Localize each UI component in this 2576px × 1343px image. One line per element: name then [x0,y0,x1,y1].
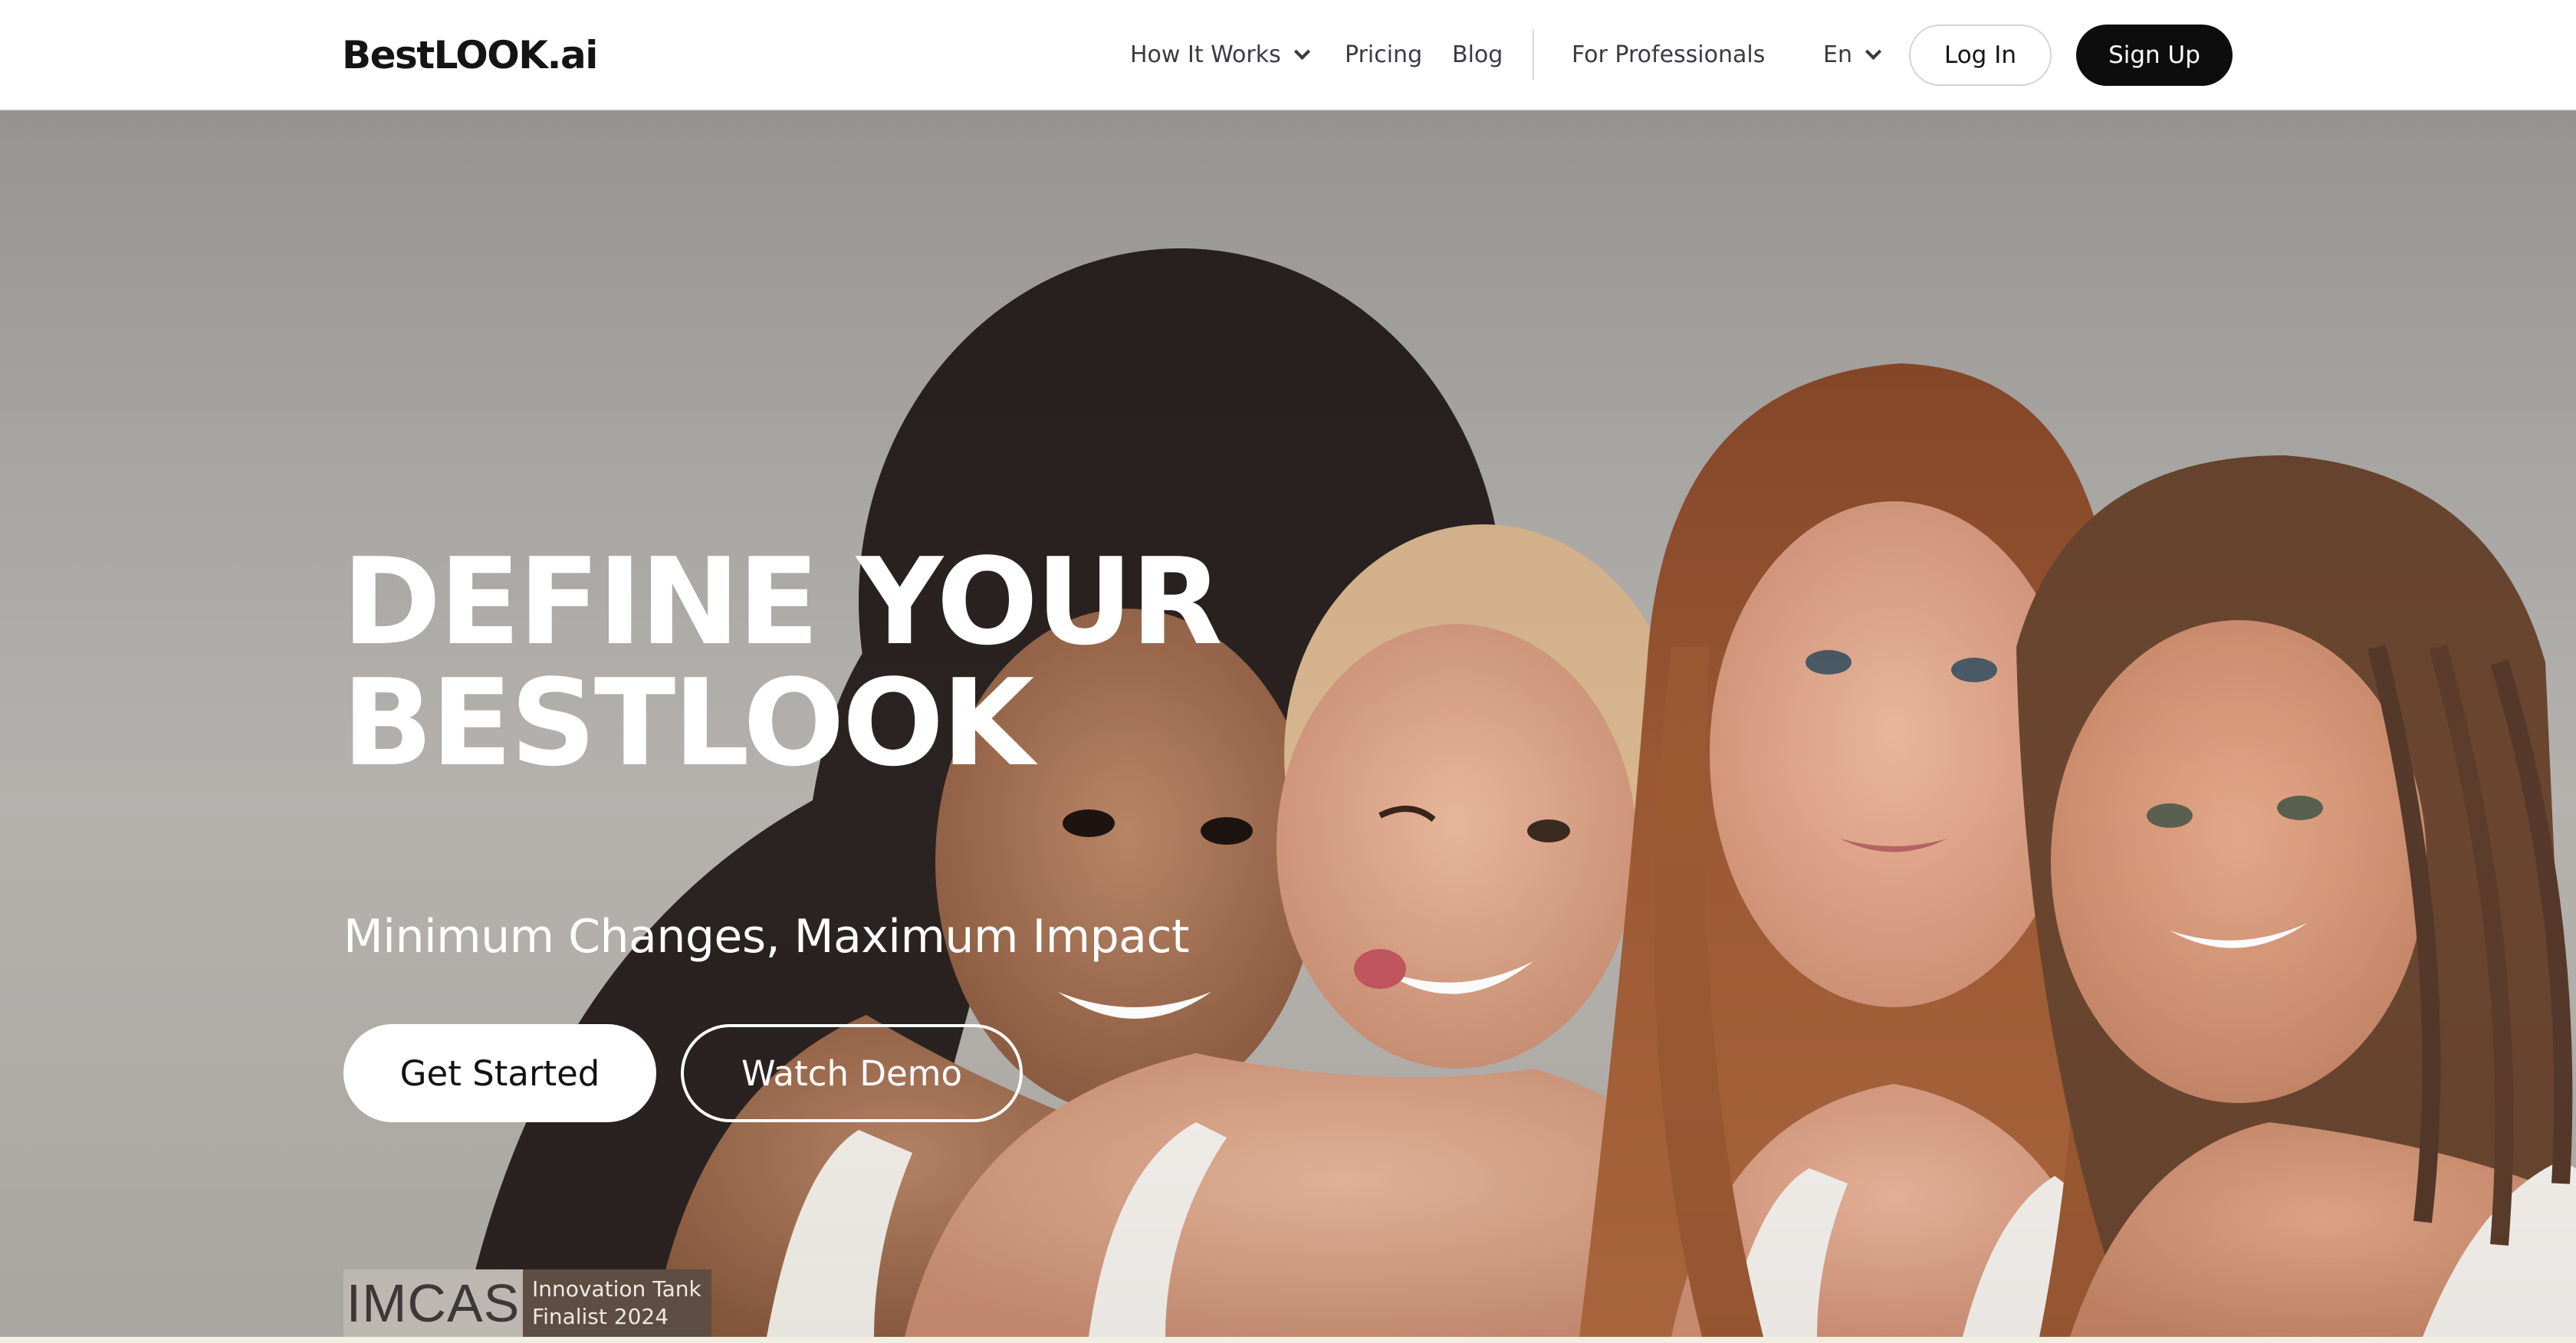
brand-logo[interactable]: BestLOOK.ai [342,29,598,81]
imcas-logo: IMCAS [343,1269,523,1337]
hero-subtitle: Minimum Changes, Maximum Impact [343,910,1189,964]
imcas-award-text: Innovation Tank Finalist 2024 [523,1269,711,1337]
hero-section: DEFINE YOUR BESTLOOK Minimum Changes, Ma… [0,110,2576,1337]
chevron-down-icon [1293,43,1310,61]
nav-pricing[interactable]: Pricing [1345,38,1422,72]
login-button[interactable]: Log In [1909,25,2052,86]
language-label: En [1823,41,1852,68]
get-started-button[interactable]: Get Started [343,1024,656,1122]
nav-how-it-works[interactable]: How It Works [1130,38,1310,72]
top-navbar: BestLOOK.ai How It Works Pricing Blog Fo… [0,0,2576,110]
hero-title-line1: DEFINE YOUR [342,532,1223,672]
nav-how-it-works-label: How It Works [1130,41,1281,68]
nav-for-professionals[interactable]: For Professionals [1572,38,1765,72]
nav-divider [1533,29,1534,80]
chevron-down-icon [1865,43,1882,61]
language-selector[interactable]: En [1823,38,1882,72]
signup-button[interactable]: Sign Up [2076,25,2233,86]
nav-blog[interactable]: Blog [1452,38,1503,72]
watch-demo-button[interactable]: Watch Demo [681,1024,1023,1122]
hero-title: DEFINE YOUR BESTLOOK [342,532,1223,793]
imcas-award-line2: Finalist 2024 [532,1304,669,1329]
imcas-badge: IMCAS Innovation Tank Finalist 2024 [343,1269,711,1337]
imcas-award-line1: Innovation Tank [532,1276,702,1302]
bottom-strip [0,1337,2576,1343]
hero-title-line2: BESTLOOK [342,653,1034,793]
